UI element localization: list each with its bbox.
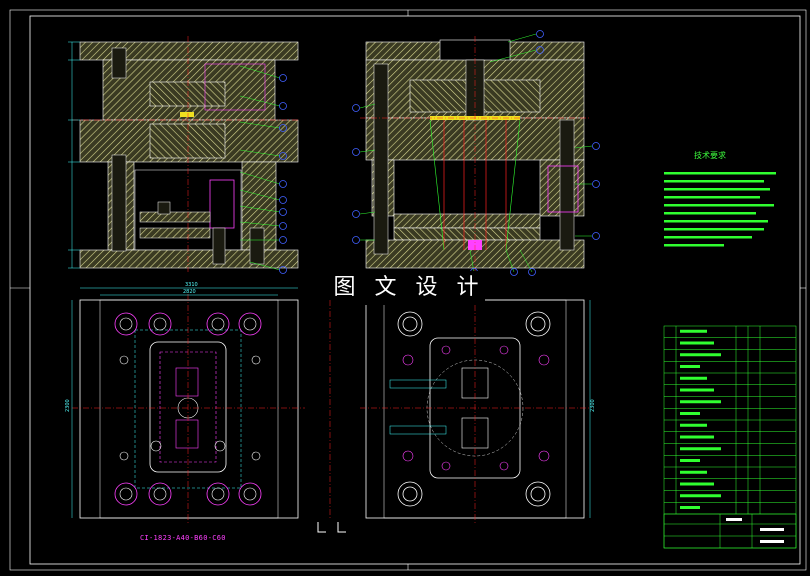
model-code-label: CI-1823-A40-B60-C60	[140, 534, 226, 542]
table-cell-text	[680, 388, 714, 392]
table-cell-text	[680, 506, 700, 509]
table-cell-text	[680, 447, 721, 451]
table-cell-text	[680, 482, 714, 486]
table-cell-text	[680, 365, 700, 368]
table-cell-text	[680, 376, 707, 380]
table-cell-text	[680, 341, 714, 345]
tech-requirements-title: 技术要求	[694, 151, 726, 160]
parts-list-table	[663, 325, 797, 549]
tech-requirement-lines	[664, 172, 776, 247]
dim-right-side: 2300	[590, 399, 596, 412]
table-cell-text	[680, 470, 707, 474]
table-cell-text	[680, 400, 721, 404]
table-cell-text	[680, 329, 707, 333]
section-view-left	[68, 36, 300, 274]
table-cell-text	[680, 435, 714, 439]
plan-view-left: 3310 2820 2300	[65, 282, 305, 524]
bottom-clamp-plate	[79, 249, 299, 269]
table-cell-text	[680, 353, 721, 357]
watermark-banner: 图 文 设 计	[333, 271, 485, 305]
section-view-right	[352, 30, 600, 276]
dim-top-b: 2820	[183, 289, 196, 295]
table-cell-text	[680, 459, 700, 462]
dim-top-a: 3310	[185, 282, 198, 288]
table-cell-text	[680, 494, 721, 498]
table-cell-text	[680, 423, 707, 427]
plan-view-right: 2300	[317, 294, 596, 533]
table-cell-text	[680, 412, 700, 415]
dim-left-side: 2300	[65, 399, 71, 412]
